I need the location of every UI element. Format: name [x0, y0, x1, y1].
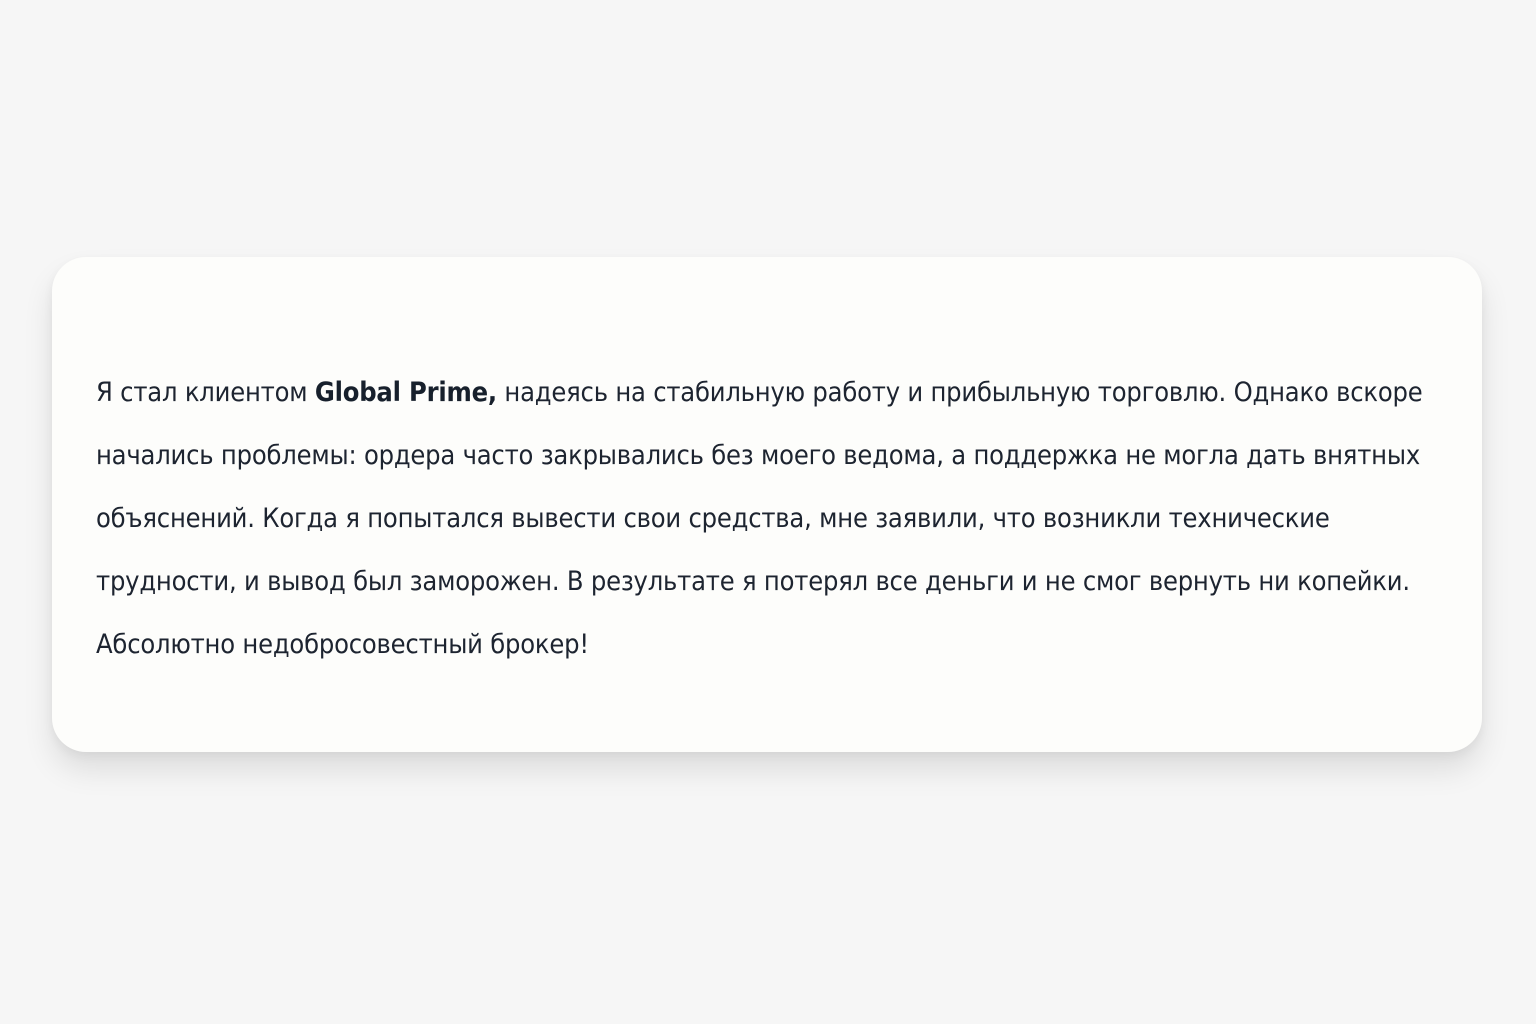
- review-line-1-end: надеясь на стабильную работу и прибыльну…: [496, 377, 1423, 408]
- broker-name: Global Prime,: [314, 377, 497, 408]
- review-line-1: Я стал клиентом Global Prime, надеясь на…: [96, 361, 1442, 424]
- review-line-4: трудности, и вывод был заморожен. В резу…: [96, 566, 1410, 597]
- page: Я стал клиентом Global Prime, надеясь на…: [0, 0, 1536, 1024]
- review-card: Я стал клиентом Global Prime, надеясь на…: [52, 257, 1482, 752]
- review-line-3: объяснений. Когда я попытался вывести св…: [96, 503, 1330, 534]
- review-text: Я стал клиентом Global Prime, надеясь на…: [96, 361, 1442, 676]
- review-line-5: Абсолютно недобросовестный брокер!: [96, 629, 589, 660]
- review-line-1-start: Я стал клиентом: [96, 377, 315, 408]
- review-line-2: начались проблемы: ордера часто закрывал…: [96, 440, 1420, 471]
